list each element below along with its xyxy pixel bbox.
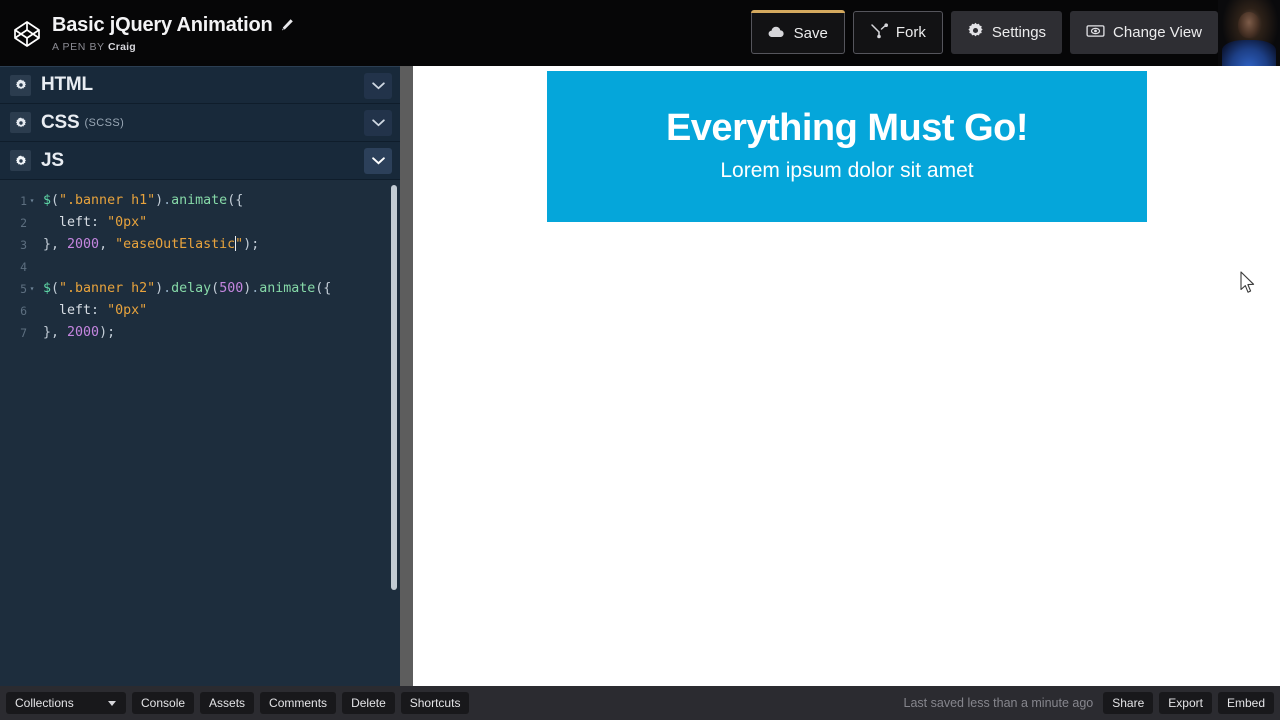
editor-vertical-scrollbar[interactable] — [391, 185, 397, 590]
css-panel-chevron-down-icon[interactable] — [364, 110, 392, 136]
collections-dropdown[interactable]: Collections — [6, 692, 126, 714]
cloud-icon — [768, 25, 786, 42]
settings-label: Settings — [991, 24, 1047, 41]
codepen-editor-window: Basic jQuery Animation A PEN BY Craig Sa… — [0, 0, 1280, 720]
panel-label-css: CSS — [41, 111, 80, 133]
pencil-icon[interactable] — [280, 18, 294, 32]
css-settings-gear-icon[interactable] — [10, 112, 31, 133]
fork-button[interactable]: Fork — [852, 11, 943, 54]
code-line: 1 ▾ $(".banner h1").animate({ — [0, 190, 400, 212]
settings-button[interactable]: Settings — [950, 11, 1063, 54]
html-settings-gear-icon[interactable] — [10, 74, 31, 96]
line-number: 7 — [20, 326, 27, 340]
app-header: Basic jQuery Animation A PEN BY Craig Sa… — [0, 0, 1280, 66]
save-label: Save — [793, 25, 828, 42]
code-line: 6 left: "0px" — [0, 300, 400, 322]
console-button[interactable]: Console — [132, 692, 195, 714]
avatar[interactable] — [1218, 0, 1280, 66]
editor-column: HTML CSS (SCSS) JS 1 ▾ $(".banner h1").a… — [0, 66, 400, 686]
js-settings-gear-icon[interactable] — [10, 150, 31, 171]
fold-toggle-icon[interactable]: ▾ — [27, 278, 37, 300]
line-number: 3 — [20, 238, 27, 252]
line-number: 1 — [20, 194, 27, 208]
line-number: 4 — [20, 260, 27, 274]
js-code-editor[interactable]: 1 ▾ $(".banner h1").animate({ 2 left: "0… — [0, 180, 400, 685]
code-text: $(".banner h1").animate({ — [43, 193, 244, 208]
preview-pane[interactable]: Everything Must Go! Lorem ipsum dolor si… — [413, 66, 1280, 686]
collections-label: Collections — [15, 696, 74, 710]
code-text: $(".banner h2").delay(500).animate({ — [43, 281, 332, 296]
author-name[interactable]: Craig — [108, 41, 136, 53]
shortcuts-button[interactable]: Shortcuts — [400, 692, 470, 714]
code-text: }, 2000, "easeOutElastic"); — [43, 236, 260, 252]
page-title: Basic jQuery Animation — [52, 14, 273, 36]
pen-title-row: Basic jQuery Animation — [52, 13, 294, 37]
saved-status: Last saved less than a minute ago — [903, 696, 1094, 710]
fold-toggle-icon[interactable]: ▾ — [27, 190, 37, 212]
codepen-logo-icon[interactable] — [12, 19, 42, 49]
line-number: 5 — [20, 282, 27, 296]
change-view-label: Change View — [1113, 24, 1202, 41]
code-line: 3 }, 2000, "easeOutElastic"); — [0, 234, 400, 256]
code-line: 2 left: "0px" — [0, 212, 400, 234]
panel-header-js[interactable]: JS — [0, 142, 400, 180]
byline-prefix: A PEN BY — [52, 41, 105, 53]
code-text: left: "0px" — [59, 215, 148, 230]
export-button[interactable]: Export — [1159, 692, 1212, 714]
save-button[interactable]: Save — [750, 10, 846, 54]
panel-sublabel-css: (SCSS) — [84, 116, 125, 129]
gear-icon — [967, 22, 984, 43]
title-block: Basic jQuery Animation A PEN BY Craig — [52, 13, 294, 53]
fork-icon — [870, 22, 888, 43]
share-button[interactable]: Share — [1103, 692, 1154, 714]
header-toolbar: Save Fork Settings Change View — [750, 10, 1218, 54]
editor-preview-resizer[interactable] — [400, 66, 413, 686]
panel-header-html[interactable]: HTML — [0, 66, 400, 104]
panel-label-js: JS — [41, 149, 64, 171]
embed-button[interactable]: Embed — [1217, 692, 1274, 714]
mouse-pointer-icon — [1239, 271, 1257, 295]
change-view-icon — [1086, 24, 1105, 42]
footer-bar: Collections Console Assets Comments Dele… — [0, 686, 1280, 720]
delete-button[interactable]: Delete — [342, 692, 395, 714]
panel-header-css[interactable]: CSS (SCSS) — [0, 104, 400, 142]
code-line: 7 }, 2000); — [0, 322, 400, 344]
code-line: 5 ▾ $(".banner h2").delay(500).animate({ — [0, 278, 400, 300]
avatar-shirt — [1222, 40, 1276, 66]
caret-down-icon — [108, 700, 116, 706]
line-number: 2 — [20, 216, 27, 230]
js-panel-chevron-down-icon[interactable] — [364, 148, 392, 174]
code-text: }, 2000); — [43, 325, 116, 340]
brand-block: Basic jQuery Animation A PEN BY Craig — [0, 13, 294, 53]
fork-label: Fork — [895, 24, 926, 41]
change-view-button[interactable]: Change View — [1070, 11, 1218, 54]
banner-heading: Everything Must Go! — [665, 107, 1029, 149]
code-line: 4 — [0, 256, 400, 278]
byline: A PEN BY Craig — [52, 41, 294, 53]
avatar-face — [1238, 12, 1260, 38]
html-panel-chevron-down-icon[interactable] — [364, 73, 392, 99]
assets-button[interactable]: Assets — [200, 692, 255, 714]
preview-banner: Everything Must Go! Lorem ipsum dolor si… — [547, 71, 1147, 222]
line-number: 6 — [20, 304, 27, 318]
footer-right-group: Last saved less than a minute ago Share … — [904, 692, 1280, 714]
panel-label-html: HTML — [41, 74, 93, 95]
comments-button[interactable]: Comments — [260, 692, 337, 714]
banner-subheading: Lorem ipsum dolor sit amet — [720, 159, 974, 182]
code-text: left: "0px" — [59, 303, 148, 318]
